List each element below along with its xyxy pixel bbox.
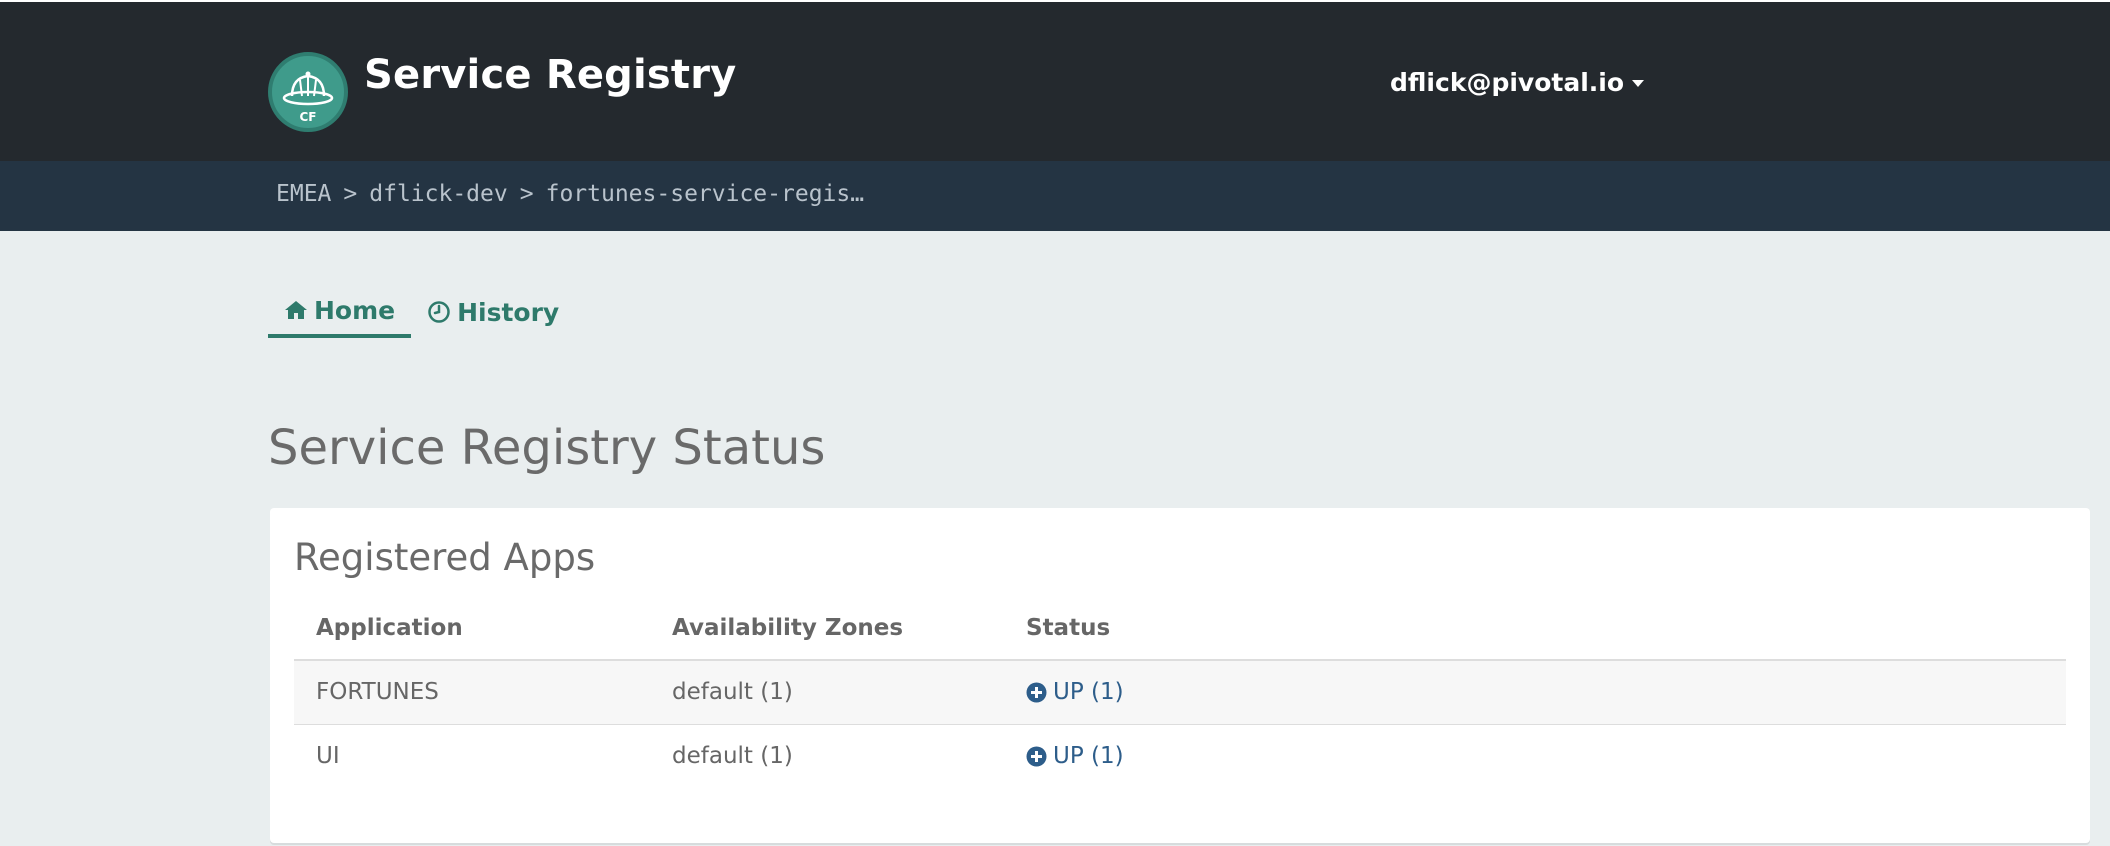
breadcrumb-space[interactable]: dflick-dev [369, 181, 507, 207]
tab-home-label: Home [314, 295, 396, 325]
tab-history-label: History [457, 297, 560, 327]
cf-logo[interactable]: CF [268, 52, 348, 132]
logo-text: CF [299, 110, 317, 124]
breadcrumb-separator: > [343, 181, 358, 207]
tab-home[interactable]: Home [268, 286, 412, 338]
column-header-availability-zones[interactable]: Availability Zones [650, 596, 1004, 661]
breadcrumb-org[interactable]: EMEA [276, 181, 331, 207]
application-name: UI [294, 724, 650, 788]
panel-title: Registered Apps [294, 536, 596, 579]
availability-zones: default (1) [650, 660, 1004, 725]
caret-down-icon [1632, 80, 1645, 87]
user-menu[interactable]: dflick@pivotal.io [1390, 68, 1645, 97]
home-icon [285, 301, 307, 319]
breadcrumb: EMEA > dflick-dev > fortunes-service-reg… [276, 181, 864, 207]
user-menu-label: dflick@pivotal.io [1390, 68, 1625, 97]
top-navbar: CF Service Registry dflick@pivotal.io [0, 0, 2110, 161]
plus-circle-icon [1026, 746, 1047, 767]
table-row[interactable]: FORTUNES default (1) UP (1) [294, 660, 2066, 725]
status-label: UP (1) [1053, 679, 1124, 706]
table-header-row: Application Availability Zones Status [294, 596, 2066, 661]
registered-apps-panel: Registered Apps Application Availability… [270, 508, 2090, 843]
breadcrumb-service[interactable]: fortunes-service-regis… [546, 181, 865, 207]
plus-circle-icon [1026, 682, 1047, 703]
app-title[interactable]: Service Registry [364, 52, 736, 98]
table-row[interactable]: UI default (1) UP (1) [294, 724, 2066, 788]
status-cell-wrapper: UP (1) [1004, 724, 2066, 788]
status-label: UP (1) [1053, 743, 1124, 770]
status-cell[interactable]: UP (1) [1026, 743, 2066, 769]
column-header-status[interactable]: Status [1004, 596, 2066, 661]
tab-history[interactable]: History [411, 286, 575, 338]
availability-zones: default (1) [650, 724, 1004, 788]
breadcrumb-separator: > [519, 181, 534, 207]
registered-apps-table: Application Availability Zones Status FO… [294, 596, 2066, 788]
nav-tabs: Home History [268, 286, 575, 338]
status-cell-wrapper: UP (1) [1004, 660, 2066, 725]
status-cell[interactable]: UP (1) [1026, 679, 2066, 705]
breadcrumb-bar: EMEA > dflick-dev > fortunes-service-reg… [0, 161, 2110, 231]
column-header-application[interactable]: Application [294, 596, 650, 661]
page-title: Service Registry Status [268, 420, 826, 476]
application-name: FORTUNES [294, 660, 650, 725]
clock-icon [428, 301, 450, 323]
